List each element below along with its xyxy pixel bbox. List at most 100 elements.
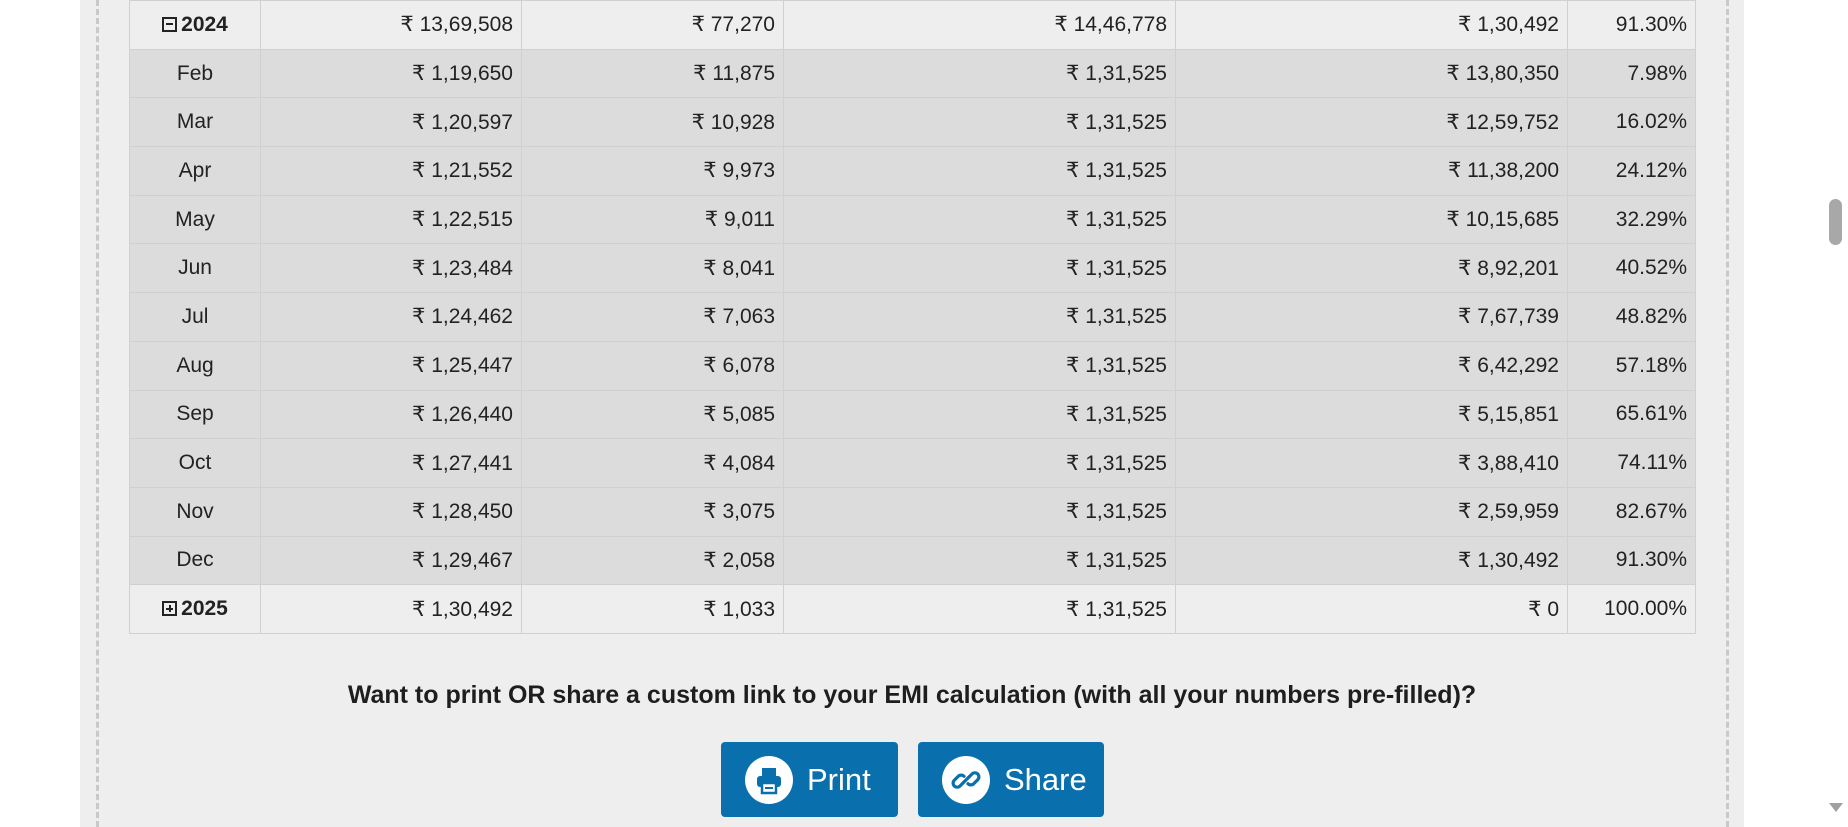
year-cell[interactable]: 2024 bbox=[129, 0, 261, 50]
loan-paid-percent-cell: 91.30% bbox=[1567, 535, 1696, 586]
principal-cell: ₹ 1,30,492 bbox=[260, 584, 522, 634]
expand-icon[interactable] bbox=[162, 601, 178, 617]
collapse-icon[interactable] bbox=[162, 16, 178, 32]
interest-cell: ₹ 6,078 bbox=[521, 340, 784, 391]
principal-cell: ₹ 1,20,597 bbox=[260, 97, 522, 148]
loan-paid-percent-cell: 65.61% bbox=[1567, 389, 1696, 440]
share-button-label: Share bbox=[1004, 761, 1087, 797]
total-payment-cell: ₹ 1,31,525 bbox=[783, 97, 1176, 148]
interest-cell: ₹ 7,063 bbox=[521, 292, 784, 342]
interest-cell: ₹ 77,270 bbox=[521, 0, 784, 50]
loan-paid-percent-cell: 57.18% bbox=[1567, 340, 1696, 391]
loan-paid-percent-cell: 74.11% bbox=[1567, 438, 1696, 488]
month-cell: Mar bbox=[129, 97, 261, 148]
interest-cell: ₹ 3,075 bbox=[521, 486, 784, 537]
month-row: Dec ₹ 1,29,467 ₹ 2,058 ₹ 1,31,525 ₹ 1,30,492… bbox=[129, 535, 1696, 586]
total-payment-cell: ₹ 1,31,525 bbox=[783, 535, 1176, 586]
interest-cell: ₹ 4,084 bbox=[521, 438, 784, 488]
balance-cell: ₹ 6,42,292 bbox=[1175, 340, 1568, 391]
month-row: Jul ₹ 1,24,462 ₹ 7,063 ₹ 1,31,525 ₹ 7,67,739… bbox=[129, 292, 1696, 342]
emi-schedule-table: 2024 ₹ 13,69,508 ₹ 77,270 ₹ 14,46,778 ₹ 1,30… bbox=[129, 0, 1696, 634]
year-label: 2025 bbox=[181, 597, 228, 621]
principal-cell: ₹ 1,24,462 bbox=[260, 292, 522, 342]
month-cell: Feb bbox=[129, 48, 261, 99]
month-row: Mar ₹ 1,20,597 ₹ 10,928 ₹ 1,31,525 ₹ 12,59,7… bbox=[129, 97, 1696, 148]
total-payment-cell: ₹ 1,31,525 bbox=[783, 146, 1176, 196]
principal-cell: ₹ 1,25,447 bbox=[260, 340, 522, 391]
total-payment-cell: ₹ 1,31,525 bbox=[783, 389, 1176, 440]
principal-cell: ₹ 1,29,467 bbox=[260, 535, 522, 586]
balance-cell: ₹ 8,92,201 bbox=[1175, 243, 1568, 294]
principal-cell: ₹ 1,21,552 bbox=[260, 146, 522, 196]
principal-cell: ₹ 1,27,441 bbox=[260, 438, 522, 488]
principal-cell: ₹ 1,23,484 bbox=[260, 243, 522, 294]
link-icon bbox=[942, 755, 990, 804]
total-payment-cell: ₹ 1,31,525 bbox=[783, 292, 1176, 342]
scroll-down-arrow-icon[interactable] bbox=[1829, 803, 1843, 812]
total-payment-cell: ₹ 1,31,525 bbox=[783, 194, 1176, 245]
loan-paid-percent-cell: 32.29% bbox=[1567, 194, 1696, 245]
interest-cell: ₹ 11,875 bbox=[521, 48, 784, 99]
month-cell: Sep bbox=[129, 389, 261, 440]
schedule-body: 2024 ₹ 13,69,508 ₹ 77,270 ₹ 14,46,778 ₹ 1,30… bbox=[129, 0, 1696, 634]
balance-cell: ₹ 3,88,410 bbox=[1175, 438, 1568, 488]
month-cell: Jun bbox=[129, 243, 261, 294]
loan-paid-percent-cell: 100.00% bbox=[1567, 584, 1696, 634]
loan-paid-percent-cell: 24.12% bbox=[1567, 146, 1696, 196]
balance-cell: ₹ 13,80,350 bbox=[1175, 48, 1568, 99]
month-cell: Apr bbox=[129, 146, 261, 196]
balance-cell: ₹ 12,59,752 bbox=[1175, 97, 1568, 148]
total-payment-cell: ₹ 14,46,778 bbox=[783, 0, 1176, 50]
principal-cell: ₹ 1,28,450 bbox=[260, 486, 522, 537]
balance-cell: ₹ 0 bbox=[1175, 584, 1568, 634]
interest-cell: ₹ 10,928 bbox=[521, 97, 784, 148]
interest-cell: ₹ 9,973 bbox=[521, 146, 784, 196]
year-row[interactable]: 2024 ₹ 13,69,508 ₹ 77,270 ₹ 14,46,778 ₹ 1,30… bbox=[129, 0, 1696, 50]
total-payment-cell: ₹ 1,31,525 bbox=[783, 340, 1176, 391]
month-row: May ₹ 1,22,515 ₹ 9,011 ₹ 1,31,525 ₹ 10,15,68… bbox=[129, 194, 1696, 245]
month-cell: Nov bbox=[129, 486, 261, 537]
loan-paid-percent-cell: 91.30% bbox=[1567, 0, 1696, 50]
month-row: Nov ₹ 1,28,450 ₹ 3,075 ₹ 1,31,525 ₹ 2,59,959… bbox=[129, 486, 1696, 537]
month-row: Feb ₹ 1,19,650 ₹ 11,875 ₹ 1,31,525 ₹ 13,80,3… bbox=[129, 48, 1696, 99]
month-row: Jun ₹ 1,23,484 ₹ 8,041 ₹ 1,31,525 ₹ 8,92,201… bbox=[129, 243, 1696, 294]
month-cell: Aug bbox=[129, 340, 261, 391]
print-button-label: Print bbox=[807, 761, 871, 797]
interest-cell: ₹ 8,041 bbox=[521, 243, 784, 294]
loan-paid-percent-cell: 7.98% bbox=[1567, 48, 1696, 99]
month-row: Aug ₹ 1,25,447 ₹ 6,078 ₹ 1,31,525 ₹ 6,42,292… bbox=[129, 340, 1696, 391]
year-cell[interactable]: 2025 bbox=[129, 584, 261, 634]
month-cell: Oct bbox=[129, 438, 261, 488]
principal-cell: ₹ 1,22,515 bbox=[260, 194, 522, 245]
total-payment-cell: ₹ 1,31,525 bbox=[783, 584, 1176, 634]
print-button[interactable]: Print bbox=[721, 742, 898, 817]
month-row: Apr ₹ 1,21,552 ₹ 9,973 ₹ 1,31,525 ₹ 11,38,20… bbox=[129, 146, 1696, 196]
total-payment-cell: ₹ 1,31,525 bbox=[783, 486, 1176, 537]
month-row: Sep ₹ 1,26,440 ₹ 5,085 ₹ 1,31,525 ₹ 5,15,851… bbox=[129, 389, 1696, 440]
printer-icon bbox=[745, 755, 793, 804]
year-row[interactable]: 2025 ₹ 1,30,492 ₹ 1,033 ₹ 1,31,525 ₹ 0 100.00… bbox=[129, 584, 1696, 634]
share-button[interactable]: Share bbox=[918, 742, 1104, 817]
total-payment-cell: ₹ 1,31,525 bbox=[783, 243, 1176, 294]
month-cell: May bbox=[129, 194, 261, 245]
total-payment-cell: ₹ 1,31,525 bbox=[783, 438, 1176, 488]
balance-cell: ₹ 5,15,851 bbox=[1175, 389, 1568, 440]
balance-cell: ₹ 1,30,492 bbox=[1175, 0, 1568, 50]
loan-paid-percent-cell: 40.52% bbox=[1567, 243, 1696, 294]
balance-cell: ₹ 2,59,959 bbox=[1175, 486, 1568, 537]
balance-cell: ₹ 1,30,492 bbox=[1175, 535, 1568, 586]
total-payment-cell: ₹ 1,31,525 bbox=[783, 48, 1176, 99]
interest-cell: ₹ 2,058 bbox=[521, 535, 784, 586]
scrollbar-thumb[interactable] bbox=[1829, 199, 1842, 245]
year-label: 2024 bbox=[181, 12, 228, 36]
month-cell: Jul bbox=[129, 292, 261, 342]
loan-paid-percent-cell: 16.02% bbox=[1567, 97, 1696, 148]
month-cell: Dec bbox=[129, 535, 261, 586]
print-share-prompt: Want to print OR share a custom link to … bbox=[347, 681, 1477, 709]
balance-cell: ₹ 7,67,739 bbox=[1175, 292, 1568, 342]
balance-cell: ₹ 11,38,200 bbox=[1175, 146, 1568, 196]
principal-cell: ₹ 13,69,508 bbox=[260, 0, 522, 50]
loan-paid-percent-cell: 48.82% bbox=[1567, 292, 1696, 342]
loan-paid-percent-cell: 82.67% bbox=[1567, 486, 1696, 537]
interest-cell: ₹ 1,033 bbox=[521, 584, 784, 634]
